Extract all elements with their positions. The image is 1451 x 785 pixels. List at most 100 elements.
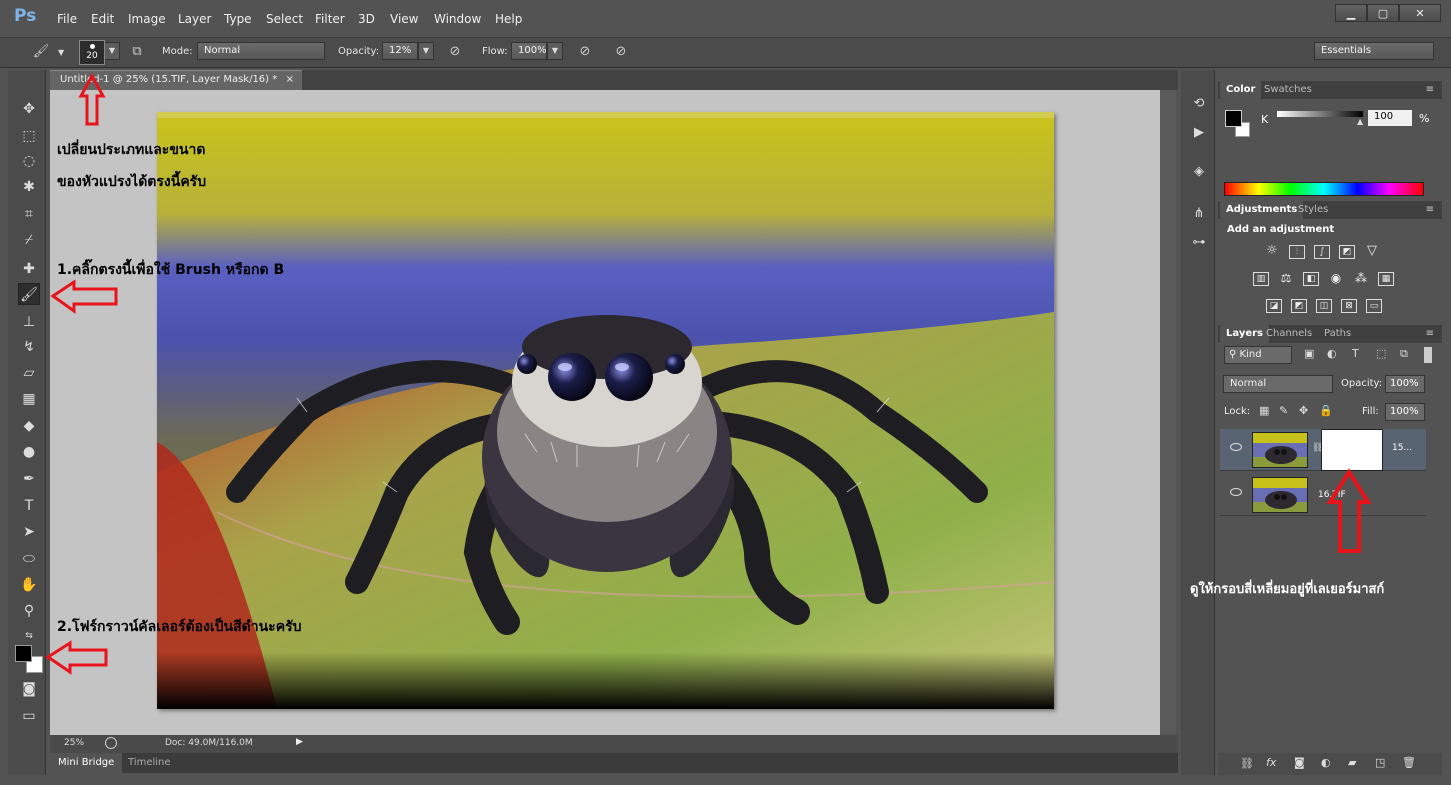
selective-color-icon[interactable]: ▭	[1366, 299, 1382, 313]
channel-value-input[interactable]: 100	[1368, 110, 1412, 126]
magic-wand-tool-icon[interactable]: ✱	[18, 176, 40, 198]
flow-dropdown[interactable]: ▼	[547, 42, 563, 60]
filter-type-icon[interactable]: T	[1352, 347, 1359, 360]
layer-name[interactable]: 16.TIF	[1318, 490, 1346, 500]
brush-size-preview[interactable]: 20	[79, 40, 105, 65]
eyedropper-tool-icon[interactable]: ⌿	[18, 229, 40, 251]
posterize-icon[interactable]: ◩	[1291, 299, 1307, 313]
brush-tool-preset-icon[interactable]: 🖌	[32, 44, 50, 60]
clone-source-icon[interactable]: ⊶	[1190, 235, 1208, 253]
eraser-tool-icon[interactable]: ▱	[18, 362, 40, 384]
tab-channels[interactable]: Channels	[1260, 325, 1318, 343]
opacity-dropdown[interactable]: ▼	[418, 42, 434, 60]
brightness-icon[interactable]: ☼	[1264, 244, 1280, 259]
invert-icon[interactable]: ◪	[1266, 299, 1282, 313]
new-group-icon[interactable]: ▰	[1348, 756, 1356, 769]
filter-smart-object-icon[interactable]: ⧉	[1400, 347, 1408, 361]
color-fg-swatch[interactable]	[1225, 110, 1242, 127]
layer-name[interactable]: 15...	[1392, 443, 1412, 453]
3d-icon[interactable]: ◈	[1190, 164, 1208, 182]
zoom-level[interactable]: 25%	[64, 738, 84, 748]
blend-mode-select[interactable]: Normal	[1223, 375, 1333, 393]
brush-panel-toggle-icon[interactable]: ⧉	[128, 44, 146, 60]
link-layers-icon[interactable]: ⛓	[1240, 757, 1254, 770]
clone-stamp-tool-icon[interactable]: ⊥	[18, 311, 40, 333]
menu-image[interactable]: Image	[128, 12, 166, 26]
delete-layer-icon[interactable]: 🗑	[1402, 756, 1416, 769]
zoom-tool-icon[interactable]: ⚲	[18, 600, 40, 622]
levels-icon[interactable]: ⫶	[1289, 245, 1305, 259]
menu-layer[interactable]: Layer	[178, 12, 211, 26]
lock-image-icon[interactable]: ✎	[1279, 404, 1288, 417]
k-slider-handle-icon[interactable]: ▲	[1357, 117, 1363, 126]
menu-file[interactable]: File	[57, 12, 77, 26]
status-info-icon[interactable]	[105, 737, 117, 749]
threshold-icon[interactable]: ◫	[1316, 299, 1332, 313]
hue-saturation-icon[interactable]: ▥	[1253, 272, 1269, 286]
layer-row[interactable]: ⛓ 15...	[1220, 429, 1426, 471]
actions-play-icon[interactable]: ▶	[1190, 125, 1208, 143]
history-icon[interactable]: ⟲	[1190, 96, 1208, 114]
pressure-opacity-icon[interactable]: ⊘	[446, 44, 464, 60]
menu-3d[interactable]: 3D	[358, 12, 375, 26]
opacity-input[interactable]: 12%	[382, 42, 418, 60]
new-layer-icon[interactable]: ◳	[1375, 756, 1385, 769]
lock-position-icon[interactable]: ✥	[1299, 404, 1308, 417]
airbrush-icon[interactable]: ⊘	[576, 44, 594, 60]
color-panel-menu-icon[interactable]: ≡	[1420, 81, 1440, 99]
type-tool-icon[interactable]: T	[18, 495, 40, 517]
tab-paths[interactable]: Paths	[1318, 325, 1357, 343]
status-menu-arrow-icon[interactable]: ▶	[296, 737, 303, 747]
brush-tool-icon[interactable]: 🖌	[18, 283, 40, 305]
layer-style-fx-icon[interactable]: fx	[1266, 756, 1276, 769]
menu-filter[interactable]: Filter	[315, 12, 345, 26]
layer-row[interactable]: 16.TIF	[1220, 474, 1426, 516]
tab-styles[interactable]: Styles	[1292, 201, 1334, 219]
fill-input[interactable]: 100%	[1385, 403, 1425, 421]
layer-thumbnail[interactable]	[1252, 432, 1308, 468]
color-lookup-icon[interactable]: ▦	[1378, 272, 1394, 286]
layers-panel-menu-icon[interactable]: ≡	[1420, 325, 1440, 343]
screen-mode-icon[interactable]: ▭	[18, 705, 40, 727]
gradient-map-icon[interactable]: ⊠	[1341, 299, 1357, 313]
color-spectrum-bar[interactable]	[1224, 182, 1424, 196]
lasso-tool-icon[interactable]: ◌	[18, 150, 40, 172]
foreground-color-swatch[interactable]	[15, 645, 32, 662]
black-white-icon[interactable]: ◧	[1303, 272, 1319, 286]
tab-adjustments[interactable]: Adjustments	[1220, 201, 1304, 219]
history-brush-tool-icon[interactable]: ↯	[18, 336, 40, 358]
path-selection-tool-icon[interactable]: ➤	[18, 521, 40, 543]
brush-picker-dropdown[interactable]: ▼	[104, 42, 120, 60]
menu-help[interactable]: Help	[495, 12, 522, 26]
menu-type[interactable]: Type	[224, 12, 252, 26]
quick-mask-icon[interactable]: ◙	[18, 678, 40, 700]
minimize-button[interactable]: ▁	[1335, 4, 1367, 22]
menu-select[interactable]: Select	[266, 12, 303, 26]
tab-swatches[interactable]: Swatches	[1258, 81, 1318, 99]
dodge-tool-icon[interactable]: ●	[18, 441, 40, 463]
tab-timeline[interactable]: Timeline	[120, 753, 179, 773]
filter-shape-icon[interactable]: ⬚	[1376, 347, 1386, 360]
layer-filter-kind-select[interactable]: ⚲ Kind	[1224, 346, 1292, 364]
filter-pixel-icon[interactable]: ▣	[1304, 347, 1314, 360]
lock-transparent-icon[interactable]: ▦	[1259, 404, 1269, 417]
filter-adjustment-icon[interactable]: ◐	[1327, 347, 1337, 360]
ellipse-tool-icon[interactable]: ⬭	[18, 548, 40, 570]
marquee-tool-icon[interactable]: ⬚	[18, 125, 40, 147]
maximize-button[interactable]: ▢	[1367, 4, 1399, 22]
adjustments-panel-menu-icon[interactable]: ≡	[1420, 201, 1440, 219]
document-tab[interactable]: Untitled-1 @ 25% (15.TIF, Layer Mask/16)…	[50, 70, 302, 90]
workspace-select[interactable]: Essentials	[1314, 42, 1434, 60]
swap-colors-icon[interactable]: ⇆	[18, 625, 40, 647]
blur-tool-icon[interactable]: ◆	[18, 415, 40, 437]
pen-tool-icon[interactable]: ✒	[18, 468, 40, 490]
gradient-tool-icon[interactable]: ▦	[18, 388, 40, 410]
healing-brush-tool-icon[interactable]: ✚	[18, 258, 40, 280]
mode-select[interactable]: Normal	[197, 42, 325, 60]
menu-view[interactable]: View	[390, 12, 418, 26]
lock-all-icon[interactable]: 🔒	[1319, 404, 1333, 417]
color-balance-icon[interactable]: ⚖	[1278, 272, 1294, 286]
channel-mixer-icon[interactable]: ⁂	[1353, 272, 1369, 286]
layer-mask-thumbnail[interactable]	[1321, 429, 1383, 471]
tab-color[interactable]: Color	[1220, 81, 1262, 99]
